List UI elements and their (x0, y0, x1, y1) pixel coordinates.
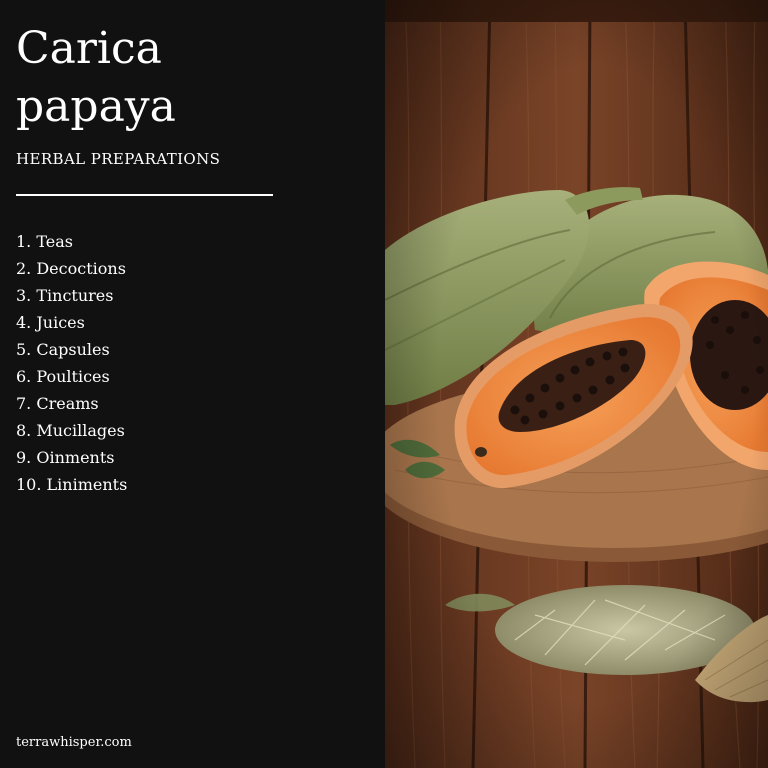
list-item: 6. Poultices (16, 367, 110, 386)
list-item: 9. Oinments (16, 448, 115, 467)
divider (16, 194, 273, 196)
title-line-2: papaya (16, 81, 176, 132)
list-item: 8. Mucillages (16, 421, 125, 440)
preparations-list: 1. Teas 2. Decoctions 3. Tinctures 4. Ju… (16, 228, 127, 498)
site-url: terrawhisper.com (16, 735, 132, 750)
list-item: 5. Capsules (16, 340, 110, 359)
subtitle: HERBAL PREPARATIONS (16, 150, 221, 168)
list-item: 3. Tinctures (16, 286, 114, 305)
text-panel: Carica papaya HERBAL PREPARATIONS 1. Tea… (0, 0, 385, 768)
page-title: Carica papaya (16, 20, 176, 136)
list-item: 10. Liniments (16, 475, 128, 494)
list-item: 4. Juices (16, 313, 85, 332)
list-item: 7. Creams (16, 394, 99, 413)
list-item: 2. Decoctions (16, 259, 126, 278)
title-line-1: Carica (16, 23, 162, 74)
papaya-photo (385, 0, 768, 768)
list-item: 1. Teas (16, 232, 73, 251)
